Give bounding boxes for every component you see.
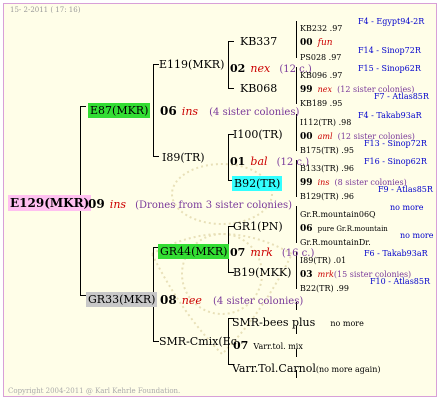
connector	[153, 64, 154, 157]
leaf-18[interactable]: B22(TR) .99 F10 - Atlas85R	[300, 278, 430, 294]
connector	[296, 206, 297, 243]
connector	[228, 41, 234, 42]
leaf-12[interactable]: B129(TR) .96 F9 - Atlas85R	[300, 186, 433, 202]
leaf-9[interactable]: B175(TR) .95 F13 - Sinop72R	[300, 140, 427, 156]
timestamp: 15- 2-2011 ( 17: 16)	[10, 6, 81, 14]
ffm-queen[interactable]: KB068	[240, 83, 277, 94]
root-name: E129(MKR)	[8, 195, 92, 211]
connector	[228, 88, 234, 89]
ff-queen[interactable]: E119(MKR)	[159, 59, 224, 70]
leaf-2: 00 fun	[300, 38, 333, 48]
connector	[228, 41, 229, 89]
mm-queen[interactable]: SMR-Cmix(Ec	[159, 336, 237, 347]
leaf-6[interactable]: KB189 .95 F7 - Atlas85R	[300, 93, 429, 109]
connector	[296, 114, 297, 151]
connector	[228, 134, 229, 181]
mf-queen[interactable]: GR44(MKR)	[158, 242, 230, 259]
mm-info: 07 Varr.tol. mix	[233, 339, 303, 352]
pedigree-chart: 15- 2-2011 ( 17: 16) Copyright 2004-2011…	[3, 3, 437, 397]
fm-info: 01 bal (12 c.)	[230, 155, 310, 168]
father-queen[interactable]: E87(MKR)	[88, 101, 151, 118]
leaf-3[interactable]: PS028 .97 F14 - Sinop72R	[300, 47, 421, 63]
fmm-queen[interactable]: B92(TR)	[232, 174, 283, 191]
copyright: Copyright 2004-2011 @ Karl Kehrle Founda…	[8, 387, 181, 395]
mff-queen[interactable]: GR1(PN)	[233, 221, 283, 232]
mother-queen[interactable]: GR33(MKR)	[86, 290, 158, 307]
mfm-queen[interactable]: B19(MKK)	[233, 267, 291, 278]
father-info: 06 ins (4 sister colonies)	[160, 104, 300, 118]
mmm-queen[interactable]: Varr.Tol.Carnol(no more again)	[232, 359, 381, 375]
connector	[153, 156, 159, 157]
connector	[296, 21, 297, 58]
fmf-queen[interactable]: I100(TR)	[233, 129, 283, 140]
fm-queen[interactable]: I89(TR)	[162, 152, 205, 163]
connector	[80, 106, 86, 107]
leaf-15[interactable]: Gr.R.mountainDr. no more	[300, 232, 433, 248]
fff-queen[interactable]: KB337	[240, 36, 277, 47]
mmf-queen[interactable]: SMR-bees plus no more	[232, 313, 364, 329]
root-queen[interactable]: E129(MKR)	[8, 194, 92, 211]
mother-info: 08 nee (4 sister colonies)	[160, 293, 304, 307]
root-info: 09 ins (Drones from 3 sister colonies)	[88, 197, 293, 211]
